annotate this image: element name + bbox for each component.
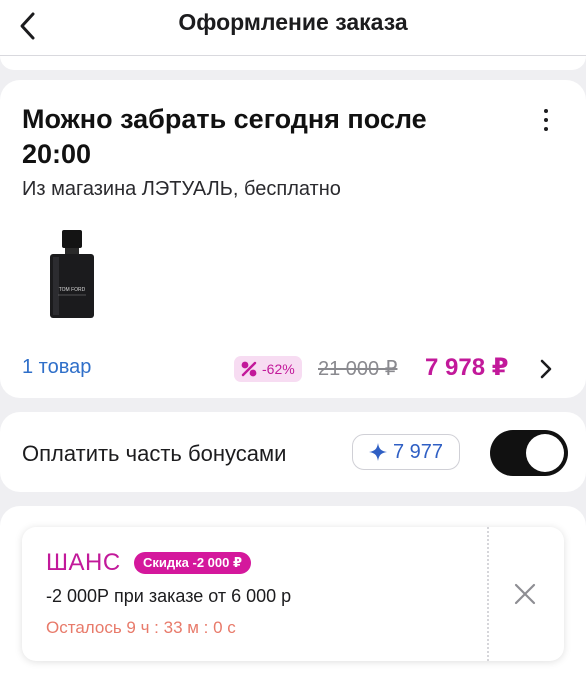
close-icon	[514, 583, 536, 605]
product-brand-text: TOM FORD	[59, 287, 86, 293]
bonus-balance-chip: 7 977	[352, 434, 460, 470]
toggle-knob	[526, 434, 564, 472]
more-vertical-icon	[544, 109, 548, 113]
product-thumbnail[interactable]: TOM FORD	[36, 228, 108, 320]
pickup-card: Можно забрать сегодня после 20:00 Из маг…	[0, 80, 586, 398]
more-dot	[544, 118, 548, 122]
items-count-link[interactable]: 1 товар	[22, 356, 91, 379]
sparkle-icon	[368, 443, 387, 461]
previous-card-edge	[0, 56, 586, 70]
more-options-button[interactable]	[532, 104, 560, 136]
top-bar: Оформление заказа	[0, 0, 586, 56]
bonus-balance: 7 977	[392, 440, 444, 463]
order-details-button[interactable]	[535, 356, 557, 382]
chevron-right-icon	[540, 359, 552, 379]
discount-value: -62%	[262, 361, 295, 377]
page-title: Оформление заказа	[178, 9, 408, 35]
bonus-card: Оплатить часть бонусами 7 977	[0, 412, 586, 492]
old-price: 21 000 ₽	[318, 358, 398, 380]
promo-discount-badge: Скидка -2 000 ₽	[134, 552, 252, 574]
bonus-toggle[interactable]	[490, 430, 568, 476]
new-price: 7 978 ₽	[425, 354, 509, 381]
discount-badge: -62%	[234, 356, 302, 382]
more-dot	[544, 127, 548, 131]
perfume-bottle-image: TOM FORD	[50, 230, 94, 318]
promo-timer: Осталось 9 ч : 33 м : 0 с	[46, 618, 236, 637]
promo-remove-button[interactable]	[512, 581, 538, 607]
promo-name: ШАНС	[46, 549, 121, 576]
bonus-label: Оплатить часть бонусами	[22, 441, 287, 466]
promo-description: -2 000Р при заказе от 6 000 р	[46, 586, 292, 606]
coupon-divider	[487, 527, 489, 661]
percent-icon	[241, 361, 257, 377]
pickup-title: Можно забрать сегодня после 20:00	[22, 104, 427, 169]
pickup-subtitle: Из магазина ЛЭТУАЛЬ, бесплатно	[22, 178, 341, 200]
promo-coupon[interactable]: ШАНС Скидка -2 000 ₽ -2 000Р при заказе …	[22, 527, 564, 661]
